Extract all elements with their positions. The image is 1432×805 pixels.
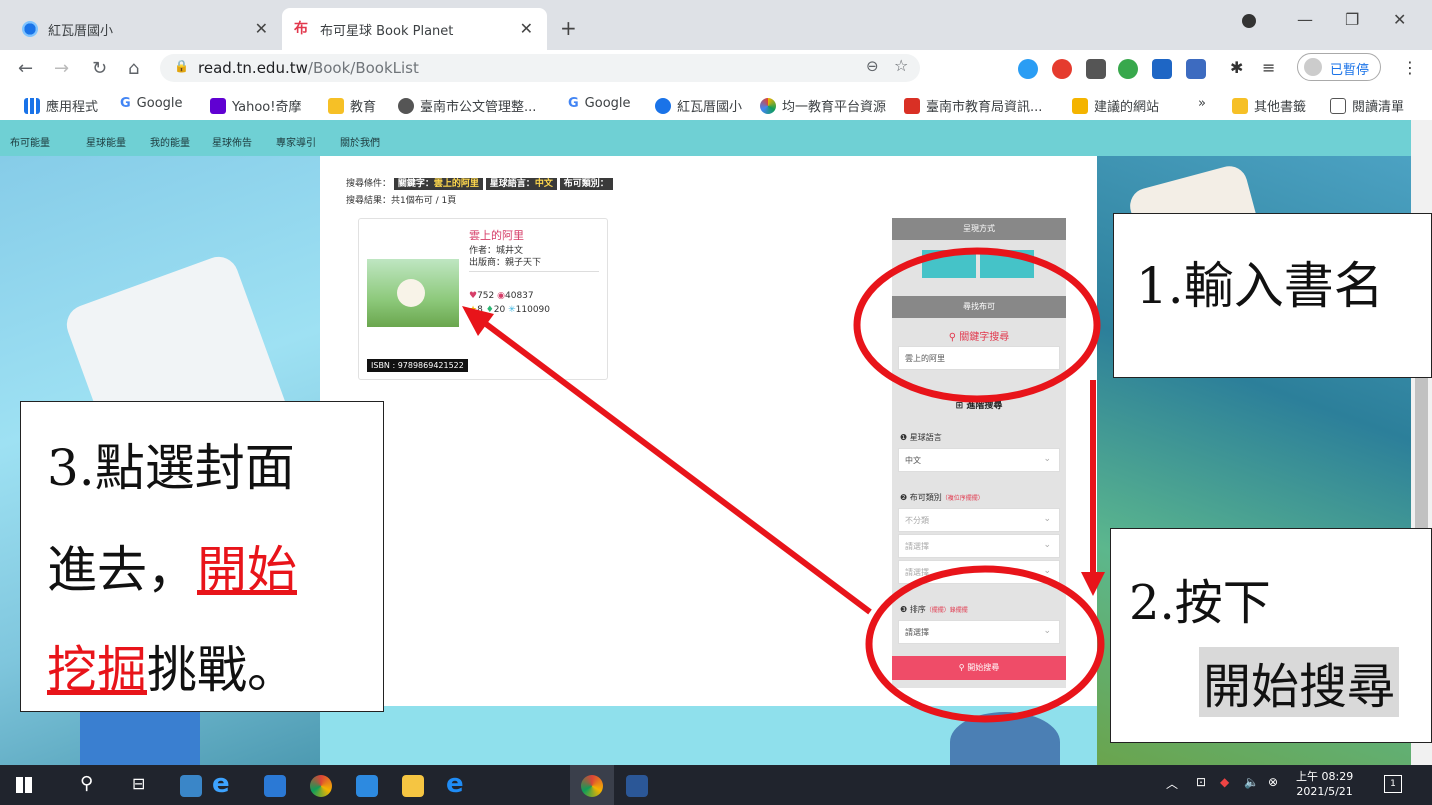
callout-step3-line3: 挖掘挑戰。 (47, 641, 297, 699)
circle-keyword-annotation (853, 247, 1101, 403)
volume-icon[interactable]: 🔈 (1244, 775, 1259, 789)
task-view-icon[interactable]: ⊟ (132, 774, 145, 793)
notification-icon[interactable]: 1 (1384, 775, 1402, 793)
active-chrome-slot[interactable] (570, 765, 614, 805)
arrow-step2-head (1081, 572, 1105, 596)
clock-date: 2021/5/21 (1296, 785, 1353, 798)
callout-step3-line2: 進去，開始 (47, 541, 297, 599)
windows-start-icon[interactable] (16, 777, 32, 793)
store-icon[interactable] (180, 775, 202, 797)
clock-time: 上午 08:29 (1296, 770, 1354, 783)
ie-icon[interactable]: e (212, 769, 230, 799)
search-icon[interactable]: ⚲ (80, 773, 93, 794)
mail-icon[interactable] (264, 775, 286, 797)
callout-step1-text: 1.輸入書名 (1136, 257, 1384, 315)
clock[interactable]: 上午 08:29 2021/5/21 (1296, 769, 1353, 799)
file-explorer-icon[interactable] (402, 775, 424, 797)
tray-chevron-icon[interactable]: ︿ (1166, 775, 1178, 792)
callout-step2-line1: 2.按下 (1129, 575, 1271, 631)
outlook-icon[interactable] (356, 775, 378, 797)
callout-step1: 1.輸入書名 (1113, 213, 1432, 378)
callout-step2: 2.按下 開始搜尋 (1110, 528, 1432, 743)
edge-icon[interactable]: e (446, 769, 464, 799)
arrow-step3-line (476, 315, 872, 615)
network-icon[interactable]: ⊡ (1196, 775, 1206, 789)
arrow-step3-head (462, 306, 494, 336)
chrome-icon (581, 775, 603, 797)
circle-search-button-annotation (865, 565, 1105, 723)
callout-step2-line2: 開始搜尋 (1199, 647, 1400, 717)
callout-step3-line1: 3.點選封面 (47, 439, 295, 497)
word-icon[interactable] (626, 775, 648, 797)
chrome-icon[interactable] (310, 775, 332, 797)
callout-step3: 3.點選封面 進去，開始 挖掘挑戰。 (20, 401, 384, 712)
windows-taskbar: ⚲ ⊟ e e ︿ ⊡ ◆ 🔈 ⊗ 上午 08:29 2021/5/21 1 (0, 765, 1432, 805)
wifi-off-icon[interactable]: ⊗ (1268, 775, 1278, 789)
security-icon[interactable]: ◆ (1220, 775, 1229, 789)
